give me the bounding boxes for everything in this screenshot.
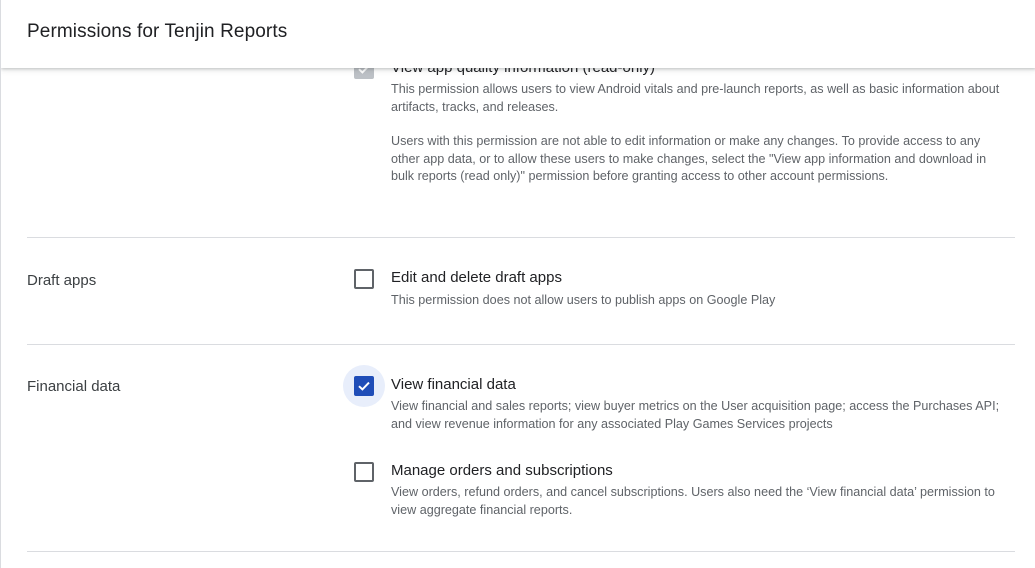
section-label-draft-apps: Draft apps — [27, 272, 97, 289]
permission-description: This permission allows users to view And… — [391, 81, 1011, 203]
permission-title: Manage orders and subscriptions — [391, 462, 613, 479]
dialog-header: Permissions for Tenjin Reports — [1, 0, 1035, 68]
checkbox-manage-orders-subscriptions-wrap[interactable] — [343, 451, 385, 493]
permission-description: View financial and sales reports; view b… — [391, 399, 1000, 431]
section-divider — [27, 551, 1015, 552]
permission-description: This permission does not allow users to … — [391, 293, 776, 307]
page-title: Permissions for Tenjin Reports — [27, 21, 288, 42]
section-label-financial-data: Financial data — [27, 378, 121, 395]
permission-description: View orders, refund orders, and cancel s… — [391, 485, 995, 517]
permission-description-paragraph: This permission allows users to view And… — [391, 82, 1000, 114]
checkbox-view-financial-data-wrap[interactable] — [343, 365, 385, 407]
permissions-dialog: View app quality information (read-only)… — [0, 0, 1035, 568]
checkbox-edit-delete-draft-apps-wrap[interactable] — [343, 258, 385, 300]
permission-title: View financial data — [391, 376, 516, 393]
check-icon — [358, 381, 370, 391]
checkbox-manage-orders-subscriptions[interactable] — [354, 462, 374, 482]
permission-title: Edit and delete draft apps — [391, 269, 562, 286]
section-divider — [27, 344, 1015, 345]
checkbox-view-financial-data[interactable] — [354, 376, 374, 396]
checkbox-edit-delete-draft-apps[interactable] — [354, 269, 374, 289]
permissions-content: View app quality information (read-only)… — [1, 0, 1035, 568]
permission-description-paragraph: Users with this permission are not able … — [391, 134, 987, 183]
section-divider — [27, 237, 1015, 238]
